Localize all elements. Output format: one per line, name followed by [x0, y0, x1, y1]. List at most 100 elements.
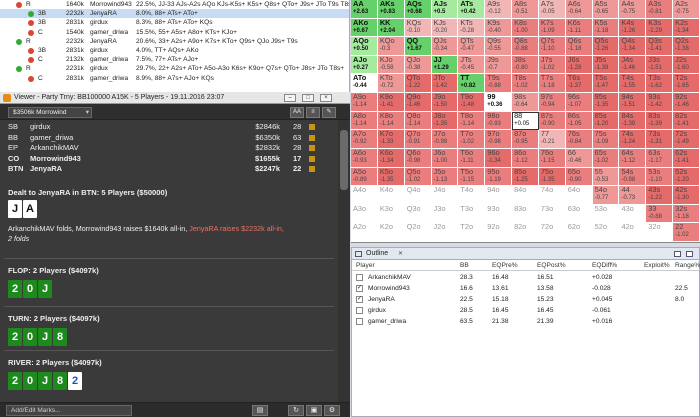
- range-cell[interactable]: K2o: [377, 223, 405, 242]
- range-cell[interactable]: K3s -1.29: [646, 18, 674, 38]
- range-cell[interactable]: 98o -0.93: [485, 111, 513, 131]
- range-cell[interactable]: 82s -1.41: [673, 111, 700, 131]
- range-cell[interactable]: A7o -0.92: [351, 130, 378, 149]
- range-cell[interactable]: Q5o -1.02: [404, 167, 432, 187]
- range-cell[interactable]: 96s -1.07: [565, 93, 593, 112]
- range-cell[interactable]: KJo -0.58: [377, 55, 405, 75]
- tree-row[interactable]: R 2231k girdux 29.7%, 22+ A2s+ ATo+ A5o-A3o…: [0, 64, 349, 73]
- tree-row[interactable]: 3B 2831k girdux 4.0%, TT+ AQs+ AKo: [0, 46, 349, 55]
- column-header[interactable]: Exploit%: [644, 260, 670, 271]
- range-cell[interactable]: T8s -1.02: [512, 74, 539, 94]
- range-cell[interactable]: Q3o: [404, 204, 432, 224]
- range-cell[interactable]: J8s -0.80: [512, 55, 539, 75]
- range-cell[interactable]: 96o -1.34: [485, 148, 513, 168]
- range-cell[interactable]: 94o: [485, 186, 513, 205]
- note-icon[interactable]: [309, 124, 315, 130]
- tree-row[interactable]: C 2132k gamer_driwa 7.5%, 77+ ATs+ AJo+: [0, 55, 349, 64]
- range-cell[interactable]: T3o: [458, 204, 486, 224]
- range-cell[interactable]: QJo -0.38: [404, 55, 432, 75]
- range-cell[interactable]: K9s -0.40: [485, 18, 513, 38]
- range-cell[interactable]: JJ +1.29: [431, 55, 459, 75]
- range-cell[interactable]: K6o -1.34: [377, 148, 405, 168]
- range-cell[interactable]: K3o: [377, 204, 405, 224]
- tree-row[interactable]: 3B 2831k girdux 8.3%, 88+ ATs+ ATo+ KQs: [0, 18, 349, 27]
- range-cell[interactable]: 77 -0.21: [538, 130, 566, 149]
- range-cell[interactable]: J5s -1.39: [592, 55, 620, 75]
- range-cell[interactable]: J8o -1.35: [431, 111, 459, 131]
- range-cell[interactable]: AQs +0.68: [404, 0, 432, 19]
- range-cell[interactable]: J9s -0.7: [485, 55, 513, 75]
- font-size-button[interactable]: AA: [290, 107, 304, 118]
- range-cell[interactable]: J2s -1.60: [673, 55, 700, 75]
- range-cell[interactable]: JTo -1.42: [431, 74, 459, 94]
- range-cell[interactable]: T6s -1.37: [565, 74, 593, 94]
- hand-tree[interactable]: R 1640k Morrowind943 22.5%, JJ-33 AJs-A2s A…: [0, 0, 350, 92]
- outline-row[interactable]: gamer_driwa 63.5 21.38 21.39 +0.016: [352, 316, 699, 327]
- range-cell[interactable]: A3s -0.81: [646, 0, 674, 19]
- column-header[interactable]: BB: [460, 260, 469, 271]
- range-cell[interactable]: T7o -1.02: [458, 130, 486, 149]
- range-cell[interactable]: 52o: [592, 223, 620, 242]
- range-cell[interactable]: A9o -1.14: [351, 93, 378, 112]
- range-cell[interactable]: 42s -1.30: [673, 186, 700, 205]
- range-cell[interactable]: KTo -0.72: [377, 74, 405, 94]
- close-tab-icon[interactable]: ✕: [398, 248, 403, 260]
- range-cell[interactable]: A8s -0.51: [512, 0, 539, 19]
- range-cell[interactable]: T4o: [458, 186, 486, 205]
- range-cell[interactable]: Q8o -1.14: [404, 111, 432, 131]
- range-cell[interactable]: KJs -0.20: [431, 18, 459, 38]
- tree-row[interactable]: R 1640k Morrowind943 22.5%, JJ-33 AJs-A2s A…: [0, 0, 349, 9]
- range-cell[interactable]: 93s -1.42: [646, 93, 674, 112]
- range-cell[interactable]: Q8s -0.88: [512, 37, 539, 56]
- range-cell[interactable]: 76o -1.15: [538, 148, 566, 168]
- range-cell[interactable]: 87o -0.95: [512, 130, 539, 149]
- range-cell[interactable]: 92s -1.46: [673, 93, 700, 112]
- column-header[interactable]: EQDiff%: [592, 260, 617, 271]
- range-cell[interactable]: AKs +0.83: [377, 0, 405, 19]
- range-cell[interactable]: A4s -0.75: [619, 0, 647, 19]
- range-cell[interactable]: Q4o: [404, 186, 432, 205]
- range-cell[interactable]: 85o -1.25: [512, 167, 539, 187]
- range-cell[interactable]: 55 -0.53: [592, 167, 620, 187]
- viewer-scrollbar[interactable]: [338, 120, 350, 402]
- range-cell[interactable]: K6s -1.11: [565, 18, 593, 38]
- player-checkbox[interactable]: [356, 274, 363, 281]
- range-cell[interactable]: 87s -0.90: [538, 111, 566, 131]
- range-cell[interactable]: T6o -1.11: [458, 148, 486, 168]
- range-cell[interactable]: T5s -1.47: [592, 74, 620, 94]
- range-cell[interactable]: 64s -1.12: [619, 148, 647, 168]
- range-cell[interactable]: A2s -0.75: [673, 0, 700, 19]
- range-cell[interactable]: 72o: [538, 223, 566, 242]
- tree-row[interactable]: 3B 2232k JenyaRA 8.0%, 88+ ATs+ ATo+: [0, 9, 349, 19]
- range-cell[interactable]: A2o: [351, 223, 378, 242]
- range-cell[interactable]: A3o: [351, 204, 378, 224]
- range-cell[interactable]: 83o: [512, 204, 539, 224]
- range-cell[interactable]: 85s -1.20: [592, 111, 620, 131]
- range-cell[interactable]: A4o: [351, 186, 378, 205]
- range-cell[interactable]: J5o -1.13: [431, 167, 459, 187]
- range-cell[interactable]: 95o -1.19: [485, 167, 513, 187]
- range-cell[interactable]: T7s -1.18: [538, 74, 566, 94]
- range-cell[interactable]: 92o: [485, 223, 513, 242]
- range-cell[interactable]: K5o -1.35: [377, 167, 405, 187]
- range-cell[interactable]: 65s -1.02: [592, 148, 620, 168]
- maximize-panel-icon[interactable]: [686, 251, 693, 257]
- range-cell[interactable]: K7o -1.33: [377, 130, 405, 149]
- range-cell[interactable]: J7s -1.02: [538, 55, 566, 75]
- range-cell[interactable]: 22 -1.02: [673, 223, 700, 242]
- range-cell[interactable]: 97s -0.94: [538, 93, 566, 112]
- range-cell[interactable]: 74s -1.24: [619, 130, 647, 149]
- player-checkbox[interactable]: ✓: [356, 285, 363, 292]
- range-cell[interactable]: 74o: [538, 186, 566, 205]
- range-cell[interactable]: K8s -1.00: [512, 18, 539, 38]
- range-cell[interactable]: J3o: [431, 204, 459, 224]
- outline-row[interactable]: ✓ Morrowind943 16.6 13.61 13.58 -0.028 22.5: [352, 283, 699, 294]
- range-cell[interactable]: 94s -1.51: [619, 93, 647, 112]
- range-cell[interactable]: QTs -0.47: [458, 37, 486, 56]
- minimize-icon[interactable]: –: [284, 94, 296, 102]
- range-grid[interactable]: AA +2.63 AKs +0.83 AQs +0.68 AJs +0.5 ATs +0.42 A9…: [351, 0, 700, 243]
- stack-select[interactable]: $3506k Morrowind ▾: [8, 107, 92, 118]
- range-cell[interactable]: T8o -1.14: [458, 111, 486, 131]
- range-cell[interactable]: A8o -1.14: [351, 111, 378, 131]
- menu-icon[interactable]: ≡: [306, 107, 320, 118]
